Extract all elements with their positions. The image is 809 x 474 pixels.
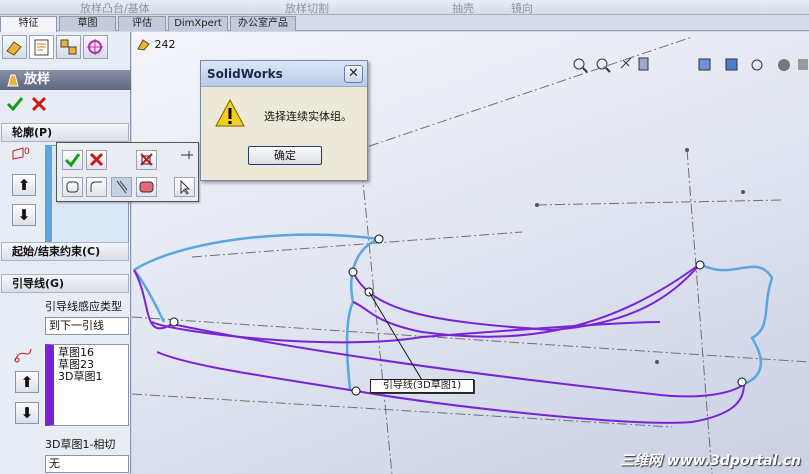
configuration-icon (60, 39, 77, 55)
hide-show-icon[interactable] (751, 59, 763, 71)
feature-tree-part[interactable]: 242 (137, 38, 176, 51)
part-icon (137, 39, 150, 51)
svg-text:0: 0 (24, 147, 30, 157)
view-toolbar (569, 54, 809, 76)
check-icon[interactable] (6, 96, 24, 112)
guide-curve-callout[interactable]: 引导线(3D草图1) (370, 379, 474, 393)
command-tabs: 特征 草图 评估 DimXpert 办公室产品 (0, 15, 809, 32)
display-style-icon[interactable] (725, 58, 738, 71)
dialog-message: 选择连续实体组。 (264, 110, 352, 123)
tangency-label: 3D草图1-相切 (45, 438, 116, 451)
tangency-select[interactable]: 无 (45, 455, 129, 473)
feature-tree-tab[interactable] (2, 35, 27, 59)
shell-command[interactable]: 抽壳 (452, 0, 474, 16)
watermark: 三维网 www.3dportal.cn (620, 453, 801, 469)
group-select-icon (116, 180, 128, 194)
guide-influence-label: 引导线感应类型 (45, 300, 122, 313)
select-region-button[interactable] (136, 177, 157, 197)
mirror-command[interactable]: 镜向 (511, 0, 533, 16)
tab-features[interactable]: 特征 (0, 16, 57, 32)
property-icon (34, 39, 49, 56)
cancel-selection-button[interactable] (86, 150, 107, 170)
closed-loop-icon (66, 181, 79, 193)
profile-icon: 0 (12, 147, 30, 160)
view-orientation-icon[interactable] (698, 58, 711, 71)
property-manager: 放样 轮廓(P) 0 ⬆ ⬇ 起始/结束约束(C) 引导线(G) 引导线感应类型… (0, 32, 131, 474)
accept-selection-button[interactable] (62, 150, 83, 170)
feature-title: 放样 (24, 72, 51, 87)
tab-evaluate[interactable]: 评估 (118, 16, 166, 31)
tab-office-products[interactable]: 办公室产品 (230, 16, 296, 31)
property-manager-tab[interactable] (29, 35, 54, 59)
pin-icon[interactable] (179, 149, 195, 161)
region-icon (139, 181, 154, 193)
section-view-icon[interactable] (638, 57, 649, 71)
x-icon[interactable] (31, 96, 47, 112)
select-group-button[interactable] (111, 177, 132, 197)
ok-button[interactable]: 确定 (248, 146, 322, 165)
move-up-button[interactable]: ⬆ (12, 174, 36, 196)
move-down-button[interactable]: ⬇ (12, 204, 36, 226)
dialog-title: SolidWorks (201, 61, 367, 87)
zoom-to-fit-icon[interactable] (573, 58, 588, 73)
previous-view-icon[interactable] (620, 57, 632, 69)
dimxpert-tab[interactable] (83, 35, 108, 59)
open-loop-icon (90, 181, 102, 192)
guide-curves-listbox[interactable]: 草图16 草图23 3D草图1 (45, 344, 129, 426)
selection-popup-toolbar (56, 142, 199, 202)
start-end-constraints-header[interactable]: 起始/结束约束(C) (1, 242, 129, 261)
guide-influence-select[interactable]: 到下一引线 (45, 317, 129, 335)
zoom-area-icon[interactable] (596, 58, 611, 73)
view-toolbar-icons (573, 57, 808, 73)
pointer-icon (180, 179, 191, 195)
loft-feature-icon (7, 74, 19, 87)
feature-tree-icon (6, 41, 22, 56)
scene-icon[interactable] (798, 59, 808, 70)
tab-sketch[interactable]: 草图 (59, 16, 116, 31)
guide-curves-header[interactable]: 引导线(G) (1, 274, 129, 293)
part-label: 242 (154, 38, 176, 51)
loft-cut-command[interactable]: 放样切割 (285, 0, 329, 16)
guide-move-up-button[interactable]: ⬆ (15, 371, 39, 393)
command-manager-strip: 放样凸台/基体 放样切割 抽壳 镜向 (0, 0, 809, 15)
configuration-tab[interactable] (56, 35, 81, 59)
list-item[interactable]: 3D草图1 (58, 371, 124, 383)
clear-selection-button[interactable] (136, 150, 157, 170)
message-dialog: SolidWorks ✕ 选择连续实体组。 确定 (200, 60, 368, 181)
select-open-loop-button[interactable] (86, 177, 107, 197)
guide-curve-icon (14, 348, 32, 363)
loft-boss-command[interactable]: 放样凸台/基体 (80, 0, 150, 16)
feature-title-bar: 放样 (0, 70, 131, 90)
select-closed-loop-button[interactable] (62, 177, 83, 197)
tab-dimxpert[interactable]: DimXpert (168, 16, 228, 31)
profiles-section-header[interactable]: 轮廓(P) (1, 123, 129, 142)
clear-selection-icon (140, 153, 153, 166)
warning-icon (215, 98, 245, 127)
crosshair-icon (87, 39, 103, 55)
guide-move-down-button[interactable]: ⬇ (15, 402, 39, 424)
close-icon[interactable]: ✕ (344, 65, 363, 83)
select-pointer-button[interactable] (174, 177, 195, 197)
appearance-icon[interactable] (778, 59, 790, 71)
x-icon (89, 152, 104, 167)
check-icon (64, 153, 81, 168)
